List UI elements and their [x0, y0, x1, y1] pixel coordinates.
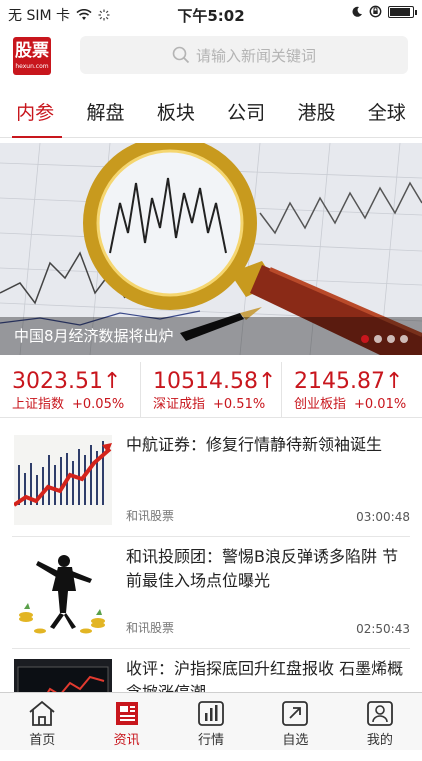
up-arrow-icon: ↑ [102, 369, 122, 394]
status-bar: 无 SIM 卡 下午5:02 [0, 0, 422, 28]
app-logo: 股票 hexun.com [13, 37, 51, 75]
index-change: +0.51% [213, 397, 266, 412]
banner-caption: 中国8月经济数据将出炉 [0, 317, 422, 355]
search-placeholder: 请输入新闻关键词 [195, 46, 316, 65]
tabbar-label: 自选 [282, 733, 309, 748]
tabbar-item-watchlist[interactable]: 自选 [253, 693, 337, 750]
headline-banner[interactable]: 中国8月经济数据将出炉 [0, 143, 422, 355]
list-item[interactable]: 中航证券：修复行情静待新领袖诞生 和讯股票 03:00:48 [12, 425, 410, 537]
tab-neican[interactable]: 内参 [0, 90, 70, 138]
news-title: 中航证券：修复行情静待新领袖诞生 [126, 435, 383, 454]
news-icon [115, 702, 138, 725]
index-value: 3023.51 [12, 369, 103, 394]
carousel-dot[interactable] [361, 335, 369, 343]
list-item[interactable]: 和讯投顾团：警惕B浪反弹诱多陷阱 节前最佳入场点位曝光 和讯股票 02:50:4… [12, 537, 410, 649]
tabbar-item-home[interactable]: 首页 [0, 693, 84, 750]
index-name: 深证成指 [153, 397, 206, 412]
market-icon [198, 701, 224, 726]
news-thumbnail [14, 547, 112, 637]
home-icon [29, 700, 55, 726]
tabbar-label: 资讯 [113, 733, 140, 748]
tabbar-item-market[interactable]: 行情 [169, 693, 253, 750]
tabbar-item-profile[interactable]: 我的 [338, 693, 422, 750]
tab-bankuai[interactable]: 板块 [141, 90, 211, 137]
carousel-dot[interactable] [387, 335, 395, 343]
watchlist-icon [282, 701, 309, 726]
news-title: 和讯投顾团：警惕B浪反弹诱多陷阱 节前最佳入场点位曝光 [126, 547, 399, 590]
news-source: 和讯股票 [126, 621, 175, 635]
market-indices: 3023.51↑ 上证指数 +0.05% 10514.58↑ 深证成指 +0.51%… [0, 362, 422, 418]
tab-jiepan[interactable]: 解盘 [70, 90, 140, 137]
up-arrow-icon: ↑ [257, 369, 277, 394]
index-change: +0.05% [72, 397, 125, 412]
index-name: 创业板指 [294, 397, 347, 412]
carousel-dots [361, 335, 408, 343]
app-header: 股票 hexun.com 请输入新闻关键词 [0, 28, 422, 84]
tab-ganggu[interactable]: 港股 [281, 90, 351, 137]
bottom-tab-bar: 首页 资讯 行情 自选 我的 [0, 692, 422, 750]
news-time: 03:00:48 [356, 510, 410, 524]
carousel-dot[interactable] [374, 335, 382, 343]
search-icon [172, 46, 190, 64]
index-value: 10514.58 [153, 369, 258, 394]
news-thumbnail [14, 435, 112, 525]
index-value: 2145.87 [294, 369, 385, 394]
search-input[interactable]: 请输入新闻关键词 [80, 36, 408, 74]
index-chinext[interactable]: 2145.87↑ 创业板指 +0.01% [282, 362, 422, 417]
index-change: +0.01% [354, 397, 407, 412]
category-tabs: 内参 解盘 板块 公司 港股 全球 [0, 90, 422, 138]
index-shenzhen[interactable]: 10514.58↑ 深证成指 +0.51% [141, 362, 282, 417]
news-source: 和讯股票 [126, 509, 175, 523]
tab-quanqiu[interactable]: 全球 [352, 90, 422, 137]
tabbar-label: 行情 [198, 733, 225, 748]
carousel-dot[interactable] [400, 335, 408, 343]
tabbar-label: 首页 [29, 733, 56, 748]
index-shanghai[interactable]: 3023.51↑ 上证指数 +0.05% [0, 362, 141, 417]
profile-icon [366, 701, 393, 726]
tab-gongsi[interactable]: 公司 [211, 90, 281, 137]
index-name: 上证指数 [12, 397, 65, 412]
tabbar-item-news[interactable]: 资讯 [84, 693, 168, 750]
tabbar-label: 我的 [366, 733, 393, 748]
battery-icon [388, 5, 417, 18]
moon-icon [352, 6, 362, 17]
up-arrow-icon: ↑ [384, 369, 404, 394]
rotation-lock-icon [369, 5, 382, 18]
news-time: 02:50:43 [356, 622, 410, 636]
